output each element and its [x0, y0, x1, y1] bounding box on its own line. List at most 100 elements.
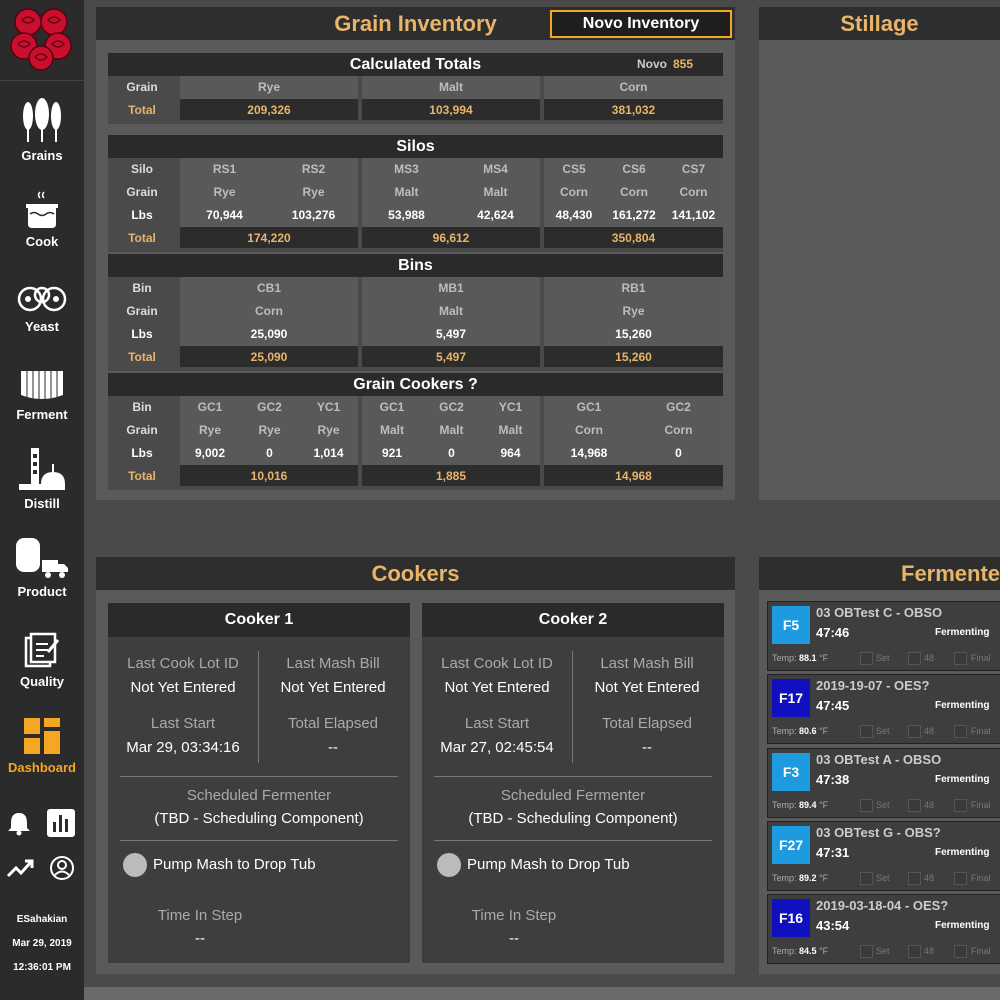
temp-label: Temp: [772, 653, 797, 663]
set-checkbox[interactable] [860, 945, 873, 958]
cooker-name: GC1 [576, 400, 602, 414]
set-checkbox[interactable] [860, 799, 873, 812]
cooker-lbs-row: Lbs 9,002 0 1,014 921 0 964 14,968 0 [108, 442, 723, 465]
silo-total-row: Total 174,220 96,612 350,804 [108, 227, 723, 250]
fermenter-elapsed-time: 47:31 [816, 845, 850, 860]
mid-checkbox[interactable] [908, 799, 921, 812]
fermenter-elapsed-time: 43:54 [816, 918, 850, 933]
mid-checkbox[interactable] [908, 652, 921, 665]
row-label: Lbs [131, 327, 153, 341]
mid-label: 48 [924, 653, 935, 663]
step-status-indicator [123, 853, 147, 877]
cooker-lbs: 0 [675, 446, 682, 460]
nav-yeast-label: Yeast [25, 319, 59, 334]
cooker-name: GC2 [257, 400, 282, 414]
bar-chart-icon[interactable] [46, 808, 76, 838]
current-step: Pump Mash to Drop Tub [153, 856, 316, 873]
final-checkbox[interactable] [954, 872, 967, 885]
user-profile-icon[interactable] [49, 855, 75, 881]
silo-lbs: 70,944 [206, 208, 243, 222]
fermenter-card[interactable]: F5 03 OBTest C - OBSO 47:46 Fermenting Temp:… [767, 601, 1000, 671]
set-label: Set [876, 873, 890, 883]
set-label: Set [876, 800, 890, 810]
final-checkbox[interactable] [954, 652, 967, 665]
cooker-grain: Malt [439, 423, 464, 437]
cooker-lbs: 9,002 [194, 446, 226, 460]
nav-grains[interactable]: Grains [0, 96, 84, 163]
fermenter-elapsed-time: 47:45 [816, 698, 850, 713]
grain-total: 381,032 [611, 103, 656, 117]
divider [258, 651, 259, 763]
mid-label: 48 [924, 873, 935, 883]
mid-label: 48 [924, 946, 935, 956]
final-checkbox[interactable] [954, 799, 967, 812]
fermenter-elapsed-time: 47:46 [816, 625, 850, 640]
cooker-2-card[interactable]: Cooker 2 Last Cook Lot ID Not Yet Entere… [422, 603, 724, 963]
mid-checkbox[interactable] [908, 945, 921, 958]
fermenter-card[interactable]: F17 2019-19-07 - OES? 47:45 Fermenting Temp:… [767, 674, 1000, 744]
last-start-label: Last Start [150, 715, 216, 732]
set-checkbox[interactable] [860, 725, 873, 738]
nav-product[interactable]: Product [0, 536, 84, 599]
calculated-total-row: Total 209,326 103,994 381,032 [108, 99, 723, 122]
total-elapsed-value: -- [642, 739, 652, 756]
cooker-grain: Rye [258, 423, 281, 437]
fermenter-state: Fermenting [935, 920, 990, 931]
nav-ferment[interactable]: Ferment [0, 369, 84, 422]
divider [120, 776, 398, 777]
cooker-total: 10,016 [250, 469, 288, 483]
bin-name-row: Bin CB1 MB1 RB1 [108, 277, 723, 300]
nav-cook[interactable]: Cook [0, 190, 84, 249]
bin-name: CB1 [256, 281, 281, 295]
nav-quality[interactable]: Quality [0, 630, 84, 689]
bell-icon[interactable] [6, 810, 32, 836]
nav-grains-label: Grains [21, 148, 63, 163]
cooker-name: GC1 [379, 400, 405, 414]
fermenter-card[interactable]: F16 2019-03-18-04 - OES? 43:54 Fermenting Te… [767, 894, 1000, 964]
set-checkbox[interactable] [860, 872, 873, 885]
novo-total-value: 855 [672, 57, 693, 71]
nav-quality-label: Quality [19, 674, 65, 689]
temp-unit: °F [819, 653, 829, 663]
silo-grain: Rye [213, 185, 236, 199]
row-label: Grain [126, 304, 158, 318]
trend-icon[interactable] [6, 856, 34, 880]
cooker-name: YC1 [316, 400, 341, 414]
bottom-scrollbar[interactable] [84, 987, 1000, 1000]
cooker-1-card[interactable]: Cooker 1 Last Cook Lot ID Not Yet Entere… [108, 603, 410, 963]
set-checkbox[interactable] [860, 652, 873, 665]
silo-name: RS2 [301, 162, 326, 176]
nav-yeast[interactable]: Yeast [0, 283, 84, 334]
mid-checkbox[interactable] [908, 725, 921, 738]
temp-unit: °F [819, 873, 829, 883]
silo-grain: Corn [560, 185, 588, 199]
row-label: Silo [130, 162, 153, 176]
total-elapsed-label: Total Elapsed [287, 715, 379, 732]
nav-dashboard[interactable]: Dashboard [0, 716, 84, 775]
mid-label: 48 [924, 726, 935, 736]
grain-inventory-header: Grain Inventory Novo Inventory [96, 7, 735, 40]
distill-still-icon [19, 448, 65, 490]
total-elapsed-value: -- [328, 739, 338, 756]
nav-ferment-label: Ferment [16, 407, 68, 422]
novo-inventory-button[interactable]: Novo Inventory [550, 10, 732, 38]
fermenter-temp: Temp: 88.1 °F [772, 653, 828, 663]
silos-title: Silos [108, 135, 723, 158]
row-label: Lbs [131, 446, 153, 460]
nav-distill[interactable]: Distill [0, 446, 84, 511]
final-checkbox[interactable] [954, 725, 967, 738]
cook-pot-icon [26, 191, 58, 228]
mid-checkbox[interactable] [908, 872, 921, 885]
grain-cookers-section: Grain Cookers ? Bin GC1 GC2 YC1 GC1 GC2 … [108, 373, 723, 490]
temp-unit: °F [819, 946, 829, 956]
fermenter-card[interactable]: F3 03 OBTest A - OBSO 47:38 Fermenting Temp:… [767, 748, 1000, 818]
grain-total: 103,994 [429, 103, 473, 117]
cooker-lbs: 964 [500, 446, 521, 460]
row-label: Grain [126, 185, 158, 199]
current-time: 12:36:01 PM [13, 962, 71, 973]
fermenter-temp: Temp: 84.5 °F [772, 946, 828, 956]
fermenter-card[interactable]: F27 03 OBTest G - OBS? 47:31 Fermenting Temp… [767, 821, 1000, 891]
silo-name: CS7 [681, 162, 706, 176]
final-checkbox[interactable] [954, 945, 967, 958]
fermenters-title: Fermente [759, 557, 1000, 590]
